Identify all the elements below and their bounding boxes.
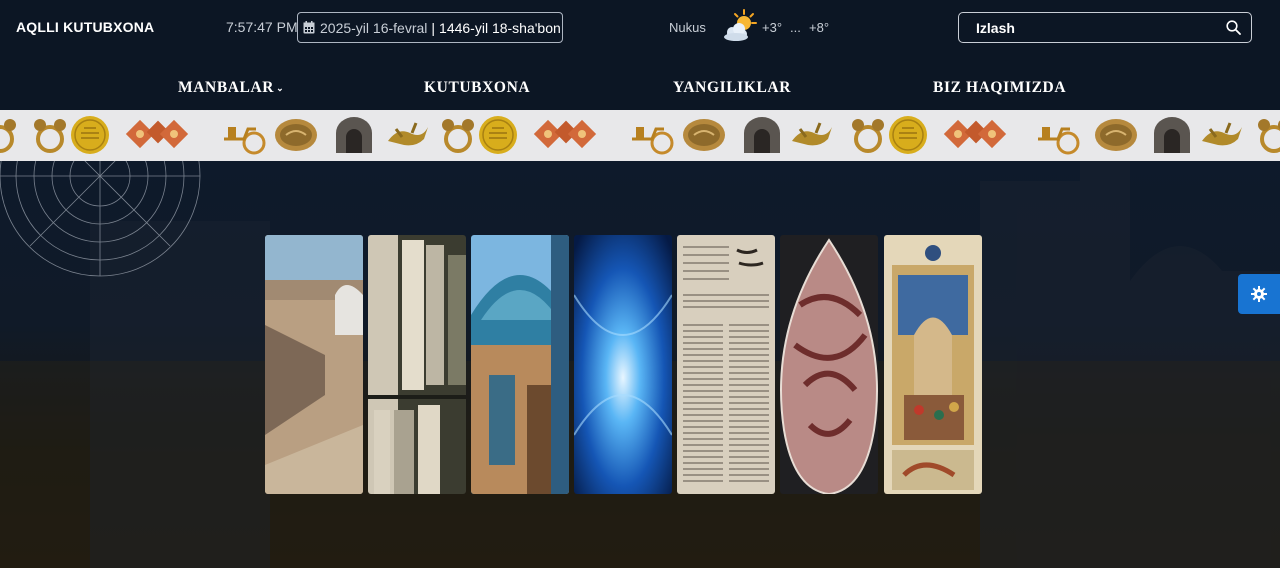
gold-coin-icon bbox=[889, 116, 927, 154]
search-icon[interactable] bbox=[1226, 20, 1241, 35]
chariot-figurine-icon bbox=[224, 127, 266, 155]
date-separator: | bbox=[431, 19, 436, 36]
calendar-icon bbox=[303, 21, 315, 34]
bronze-plaque-icon bbox=[683, 119, 725, 151]
gold-coin-icon bbox=[71, 116, 109, 154]
nav-item-yangiliklar[interactable]: YANGILIKLAR bbox=[673, 79, 791, 97]
winged-beast-icon bbox=[1202, 122, 1242, 146]
stone-arch-icon bbox=[1154, 117, 1190, 153]
winged-beast-icon bbox=[792, 122, 832, 146]
mandala-ornament bbox=[0, 161, 201, 277]
nav-item-manbalar[interactable]: MANBALAR ⌄ bbox=[178, 79, 284, 97]
gallery-panel-calligraphy-tile[interactable] bbox=[780, 235, 878, 494]
nav-item-label: MANBALAR bbox=[178, 79, 275, 96]
image-gallery bbox=[265, 235, 983, 494]
stone-arch-icon bbox=[744, 117, 780, 153]
ring-ornament-icon bbox=[34, 119, 66, 153]
temperature-min: +3° bbox=[762, 20, 783, 35]
gallery-panel-library-shelves[interactable] bbox=[368, 235, 466, 494]
gallery-panel-desert-ruins[interactable] bbox=[265, 235, 363, 494]
gallery-panel-old-newspaper[interactable] bbox=[677, 235, 775, 494]
gold-coin-icon bbox=[479, 116, 517, 154]
nav-item-kutubxona[interactable]: KUTUBXONA bbox=[424, 79, 530, 97]
artifact-strip bbox=[0, 110, 1280, 161]
search-box bbox=[958, 12, 1252, 43]
settings-button[interactable] bbox=[1238, 274, 1280, 314]
bronze-plaque-icon bbox=[1095, 119, 1137, 151]
gear-icon bbox=[1251, 286, 1267, 302]
ring-ornament-icon bbox=[442, 119, 474, 153]
chariot-figurine-icon bbox=[632, 127, 674, 155]
partly-cloudy-sun-icon bbox=[724, 9, 757, 41]
chariot-figurine-icon bbox=[1038, 127, 1080, 155]
clock: 7:57:47 PM bbox=[226, 19, 298, 35]
bronze-plaque-icon bbox=[275, 119, 317, 151]
gallery-panel-persian-miniature[interactable] bbox=[884, 235, 982, 494]
top-bar: AQLLI KUTUBXONA 7:57:47 PM 2025-yil 16-f… bbox=[0, 0, 1280, 56]
copper-ornament-icon bbox=[567, 119, 597, 149]
ring-ornament-icon bbox=[1258, 119, 1280, 153]
temperature-separator: ... bbox=[790, 20, 801, 35]
weather-city: Nukus bbox=[669, 20, 706, 35]
ring-ornament-icon bbox=[852, 119, 884, 153]
temperature-max: +8° bbox=[809, 20, 830, 35]
copper-ornament-icon bbox=[977, 119, 1007, 149]
gallery-panel-tiled-mausoleum-dome[interactable] bbox=[471, 235, 569, 494]
stone-arch-icon bbox=[336, 117, 372, 153]
hijri-date: 1446-yil 18-sha'bon bbox=[439, 19, 561, 36]
chevron-down-icon: ⌄ bbox=[276, 82, 285, 93]
brand-logo-text[interactable]: AQLLI KUTUBXONA bbox=[16, 19, 154, 35]
main-nav: MANBALAR ⌄ KUTUBXONA YANGILIKLAR BIZ HAQI… bbox=[0, 56, 1280, 110]
winged-beast-icon bbox=[388, 122, 428, 146]
gallery-panel-blue-light-tunnel[interactable] bbox=[574, 235, 672, 494]
nav-item-biz-haqimizda[interactable]: BIZ HAQIMIZDA bbox=[933, 79, 1066, 97]
search-input[interactable] bbox=[959, 13, 1219, 42]
copper-ornament-icon bbox=[159, 119, 189, 149]
hero-section bbox=[0, 161, 1280, 568]
gregorian-date: 2025-yil 16-fevral bbox=[320, 19, 428, 36]
date-box: 2025-yil 16-fevral | 1446-yil 18-sha'bon bbox=[297, 12, 563, 43]
ring-ornament-icon bbox=[0, 119, 16, 153]
